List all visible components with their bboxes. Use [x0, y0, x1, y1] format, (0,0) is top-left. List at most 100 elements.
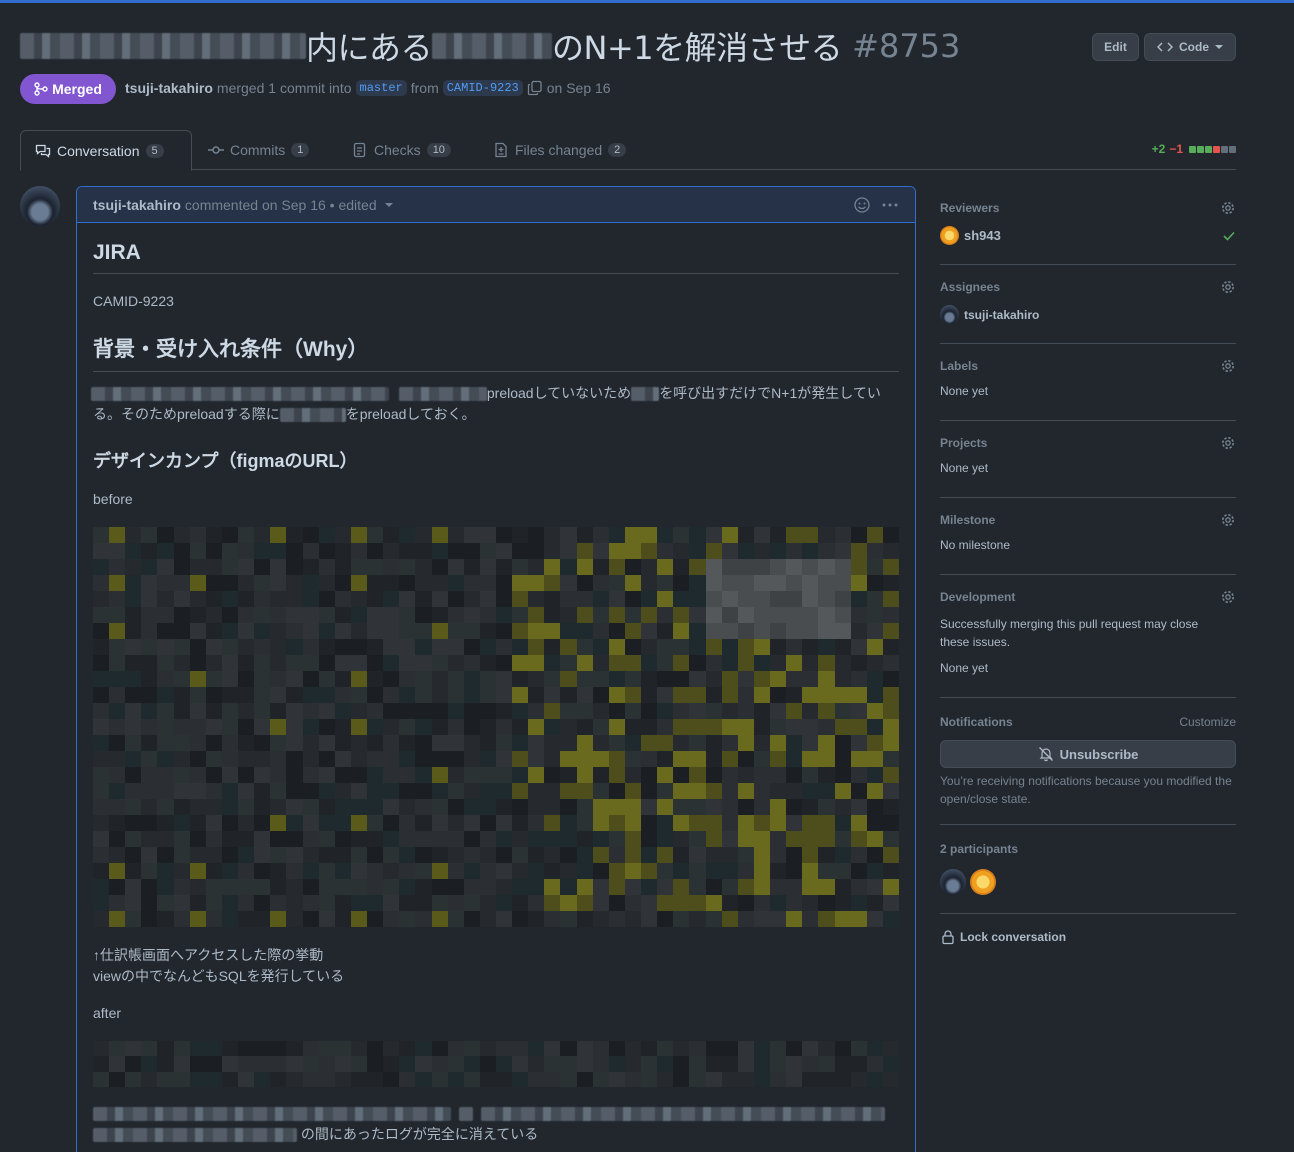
development-section: Development Successfully merging this pu…: [940, 587, 1236, 698]
gear-icon[interactable]: [1220, 435, 1236, 451]
result-paragraph: の間にあったログが完全に消えている: [93, 1103, 885, 1145]
state-badge: Merged: [20, 74, 116, 104]
gear-icon[interactable]: [1220, 512, 1236, 528]
heading-design: デザインカンプ（figmaのURL）: [93, 451, 358, 471]
notifications-section: Notifications Customize Unsubscribe You’…: [940, 712, 1236, 825]
labels-section: Labels None yet: [940, 356, 1236, 421]
checklist-icon: [353, 142, 366, 158]
why-paragraph: preloadしていないため を呼び出すだけでN+1が発生してい る。そのためpr…: [91, 383, 899, 425]
merge-meta: tsuji-takahiro merged 1 commit into mast…: [125, 80, 611, 96]
heading-jira: JIRA: [93, 241, 899, 274]
base-branch[interactable]: master: [355, 80, 407, 96]
commit-icon: [208, 146, 224, 154]
comment-author[interactable]: tsuji-takahiro: [93, 197, 181, 213]
avatar[interactable]: [940, 226, 959, 245]
redacted-text: [91, 387, 389, 402]
assignee-name[interactable]: tsuji-takahiro: [964, 308, 1039, 322]
top-accent-line: [0, 0, 1294, 3]
merge-text: merged 1 commit into: [216, 80, 352, 96]
diff-square: [1197, 145, 1204, 153]
edit-button[interactable]: Edit: [1092, 33, 1139, 61]
lock-icon: [942, 930, 954, 945]
title-text: 内にある: [306, 29, 433, 67]
after-screenshot[interactable]: [93, 1041, 899, 1087]
merge-icon: [34, 82, 48, 96]
bell-slash-icon: [1038, 747, 1053, 762]
reviewer-name[interactable]: sh943: [964, 228, 1001, 243]
edit-label: Edit: [1104, 40, 1127, 54]
development-text: Successfully merging this pull request m…: [940, 617, 1199, 649]
avatar[interactable]: [970, 869, 996, 895]
tab-checks[interactable]: Checks 10: [338, 130, 465, 170]
diff-square: [1213, 145, 1220, 153]
copy-icon[interactable]: [527, 80, 543, 96]
before-screenshot[interactable]: [93, 527, 899, 927]
kebab-horizontal-icon[interactable]: [881, 196, 899, 214]
gear-icon[interactable]: [1220, 589, 1236, 605]
avatar[interactable]: [20, 186, 60, 226]
assignees-section: Assignees tsuji-takahiro: [940, 277, 1236, 344]
head-branch[interactable]: CAMID-9223: [442, 80, 523, 96]
redacted-text: [398, 387, 487, 402]
milestone-section: Milestone No milestone: [940, 510, 1236, 575]
tab-count: 2: [608, 143, 627, 157]
tab-files-changed[interactable]: Files changed 2: [479, 130, 640, 170]
assignees-heading: Assignees: [940, 280, 1001, 294]
tab-count: 1: [291, 143, 310, 157]
gear-icon[interactable]: [1220, 200, 1236, 216]
avatar[interactable]: [940, 305, 959, 324]
state-label: Merged: [52, 81, 102, 97]
comment-discussion-icon: [35, 144, 51, 158]
comment-header: tsuji-takahiro commented on Sep 16 • edi…: [77, 187, 915, 223]
title-text: のN+1を解消させる: [552, 29, 843, 67]
tab-label: Conversation: [57, 142, 140, 159]
unsubscribe-button[interactable]: Unsubscribe: [940, 740, 1236, 768]
participants-heading: 2 participants: [940, 842, 1019, 856]
projects-section: Projects None yet: [940, 433, 1236, 498]
comment-meta[interactable]: commented on Sep 16 • edited: [185, 197, 377, 213]
gear-icon[interactable]: [1220, 279, 1236, 295]
diff-square: [1221, 145, 1228, 153]
tab-label: Checks: [374, 142, 421, 158]
chevron-down-icon: [1215, 45, 1223, 49]
redacted-text: [279, 408, 346, 423]
gear-icon[interactable]: [1220, 358, 1236, 374]
diff-square: [1205, 145, 1212, 153]
tab-count: 5: [145, 143, 164, 158]
lines-removed: −1: [1169, 142, 1183, 156]
participants-section: 2 participants: [940, 839, 1236, 914]
why-text: を呼び出すだけでN+1が発生してい: [659, 385, 881, 401]
from-text: from: [410, 80, 439, 96]
reviewers-heading: Reviewers: [940, 201, 1000, 215]
result-text: の間にあったログが完全に消えている: [300, 1126, 539, 1142]
tab-label: Commits: [230, 142, 286, 158]
development-value: None yet: [940, 661, 989, 675]
page-title: 内にある のN+1を解消させる #8753: [20, 24, 960, 68]
why-text: をpreloadしておく。: [345, 406, 476, 422]
jira-link[interactable]: CAMID-9223: [93, 291, 174, 312]
diff-stat[interactable]: +2 −1: [1152, 142, 1236, 156]
why-text: る。そのためpreloadする際に: [93, 406, 280, 422]
reviewers-section: Reviewers sh943: [940, 198, 1236, 265]
tab-conversation[interactable]: Conversation 5: [20, 130, 192, 171]
tab-count: 10: [426, 143, 451, 157]
code-button[interactable]: Code: [1144, 33, 1236, 61]
after-label: after: [93, 1005, 122, 1021]
redacted-text: [480, 1107, 885, 1122]
chevron-down-icon[interactable]: [384, 202, 393, 208]
projects-value: None yet: [940, 461, 989, 475]
labels-value: None yet: [940, 384, 989, 398]
redacted-text: [458, 1107, 473, 1122]
smiley-icon[interactable]: [853, 196, 871, 214]
lock-conversation[interactable]: Lock conversation: [940, 929, 1066, 945]
tab-label: Files changed: [515, 142, 603, 158]
customize-link[interactable]: Customize: [1179, 715, 1236, 729]
author-link[interactable]: tsuji-takahiro: [125, 80, 213, 96]
check-icon: [1223, 231, 1235, 241]
note-text: viewの中でなんどもSQLを発行している: [93, 968, 345, 984]
avatar[interactable]: [940, 869, 966, 895]
tab-commits[interactable]: Commits 1: [194, 130, 323, 170]
diff-square: [1229, 145, 1236, 153]
milestone-heading: Milestone: [940, 513, 996, 527]
before-label: before: [93, 491, 133, 507]
